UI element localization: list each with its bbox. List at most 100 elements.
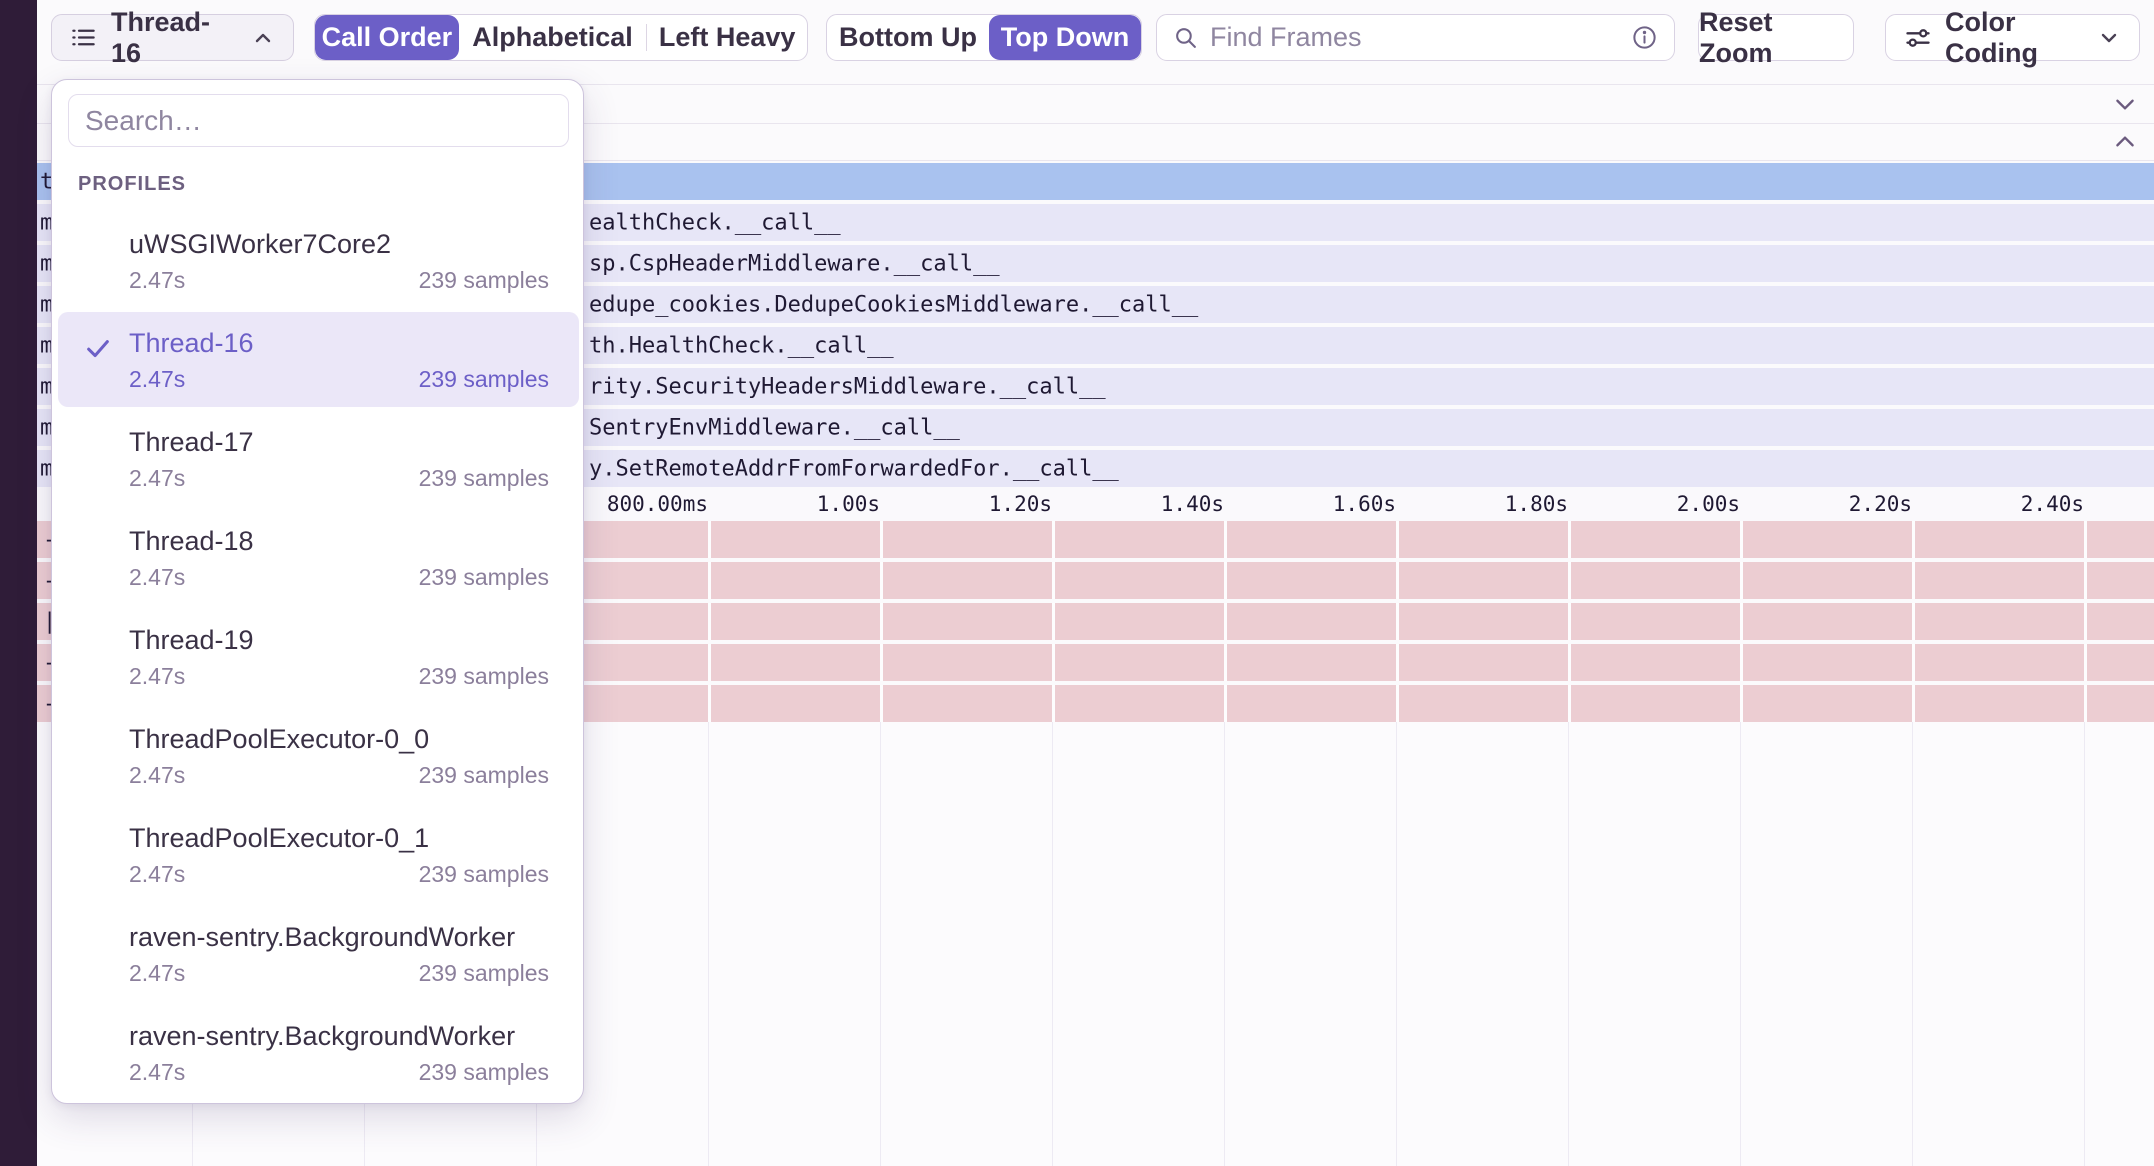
- frame-label: edupe_cookies.DedupeCookiesMiddleware.__…: [589, 292, 1198, 317]
- gridline-gap: [880, 603, 883, 640]
- gridline-gap: [1740, 644, 1743, 681]
- chevron-down-icon[interactable]: [2112, 91, 2138, 117]
- thread-dropdown: PROFILES uWSGIWorker7Core22.47s239 sampl…: [51, 79, 584, 1104]
- gridline-gap: [708, 603, 711, 640]
- gridline-gap: [708, 562, 711, 599]
- gridline-gap: [2084, 644, 2087, 681]
- chevron-up-icon: [251, 26, 275, 50]
- reset-zoom-label: Reset Zoom: [1699, 7, 1853, 69]
- profile-item-raven-sentry-backgroundworker[interactable]: raven-sentry.BackgroundWorker2.47s239 sa…: [52, 904, 585, 1003]
- gridline-gap: [1568, 603, 1571, 640]
- frame-label: SentryEnvMiddleware.__call__: [589, 415, 960, 440]
- profile-item-duration: 2.47s: [129, 366, 185, 393]
- gridline-gap: [1568, 521, 1571, 558]
- gridline-gap: [1396, 562, 1399, 599]
- sort-option-left-heavy[interactable]: Left Heavy: [647, 15, 807, 60]
- gridline-gap: [708, 521, 711, 558]
- profile-item-duration: 2.47s: [129, 1059, 185, 1086]
- gridline-gap: [1396, 521, 1399, 558]
- profile-item-duration: 2.47s: [129, 465, 185, 492]
- direction-option-bottom-up[interactable]: Bottom Up: [827, 15, 989, 60]
- dropdown-search-input[interactable]: [85, 105, 552, 137]
- profile-item-name: Thread-16: [129, 328, 254, 359]
- sort-segmented-control: Call Order Alphabetical Left Heavy: [314, 14, 808, 61]
- time-axis-tick-label: 2.00s: [1677, 492, 1740, 516]
- checkmark-icon: [84, 334, 112, 367]
- thread-selector-button[interactable]: Thread-16: [51, 14, 294, 61]
- profile-item-samples: 239 samples: [419, 861, 549, 888]
- profile-item-raven-sentry-backgroundworker[interactable]: raven-sentry.BackgroundWorker2.47s239 sa…: [52, 1003, 585, 1102]
- time-axis-tick-label: 1.60s: [1333, 492, 1396, 516]
- gridline-gap: [708, 685, 711, 722]
- gridline-gap: [1740, 521, 1743, 558]
- gridline-gap: [2084, 603, 2087, 640]
- profile-item-thread-19[interactable]: Thread-192.47s239 samples: [52, 607, 585, 706]
- profile-item-samples: 239 samples: [419, 762, 549, 789]
- profile-item-duration: 2.47s: [129, 564, 185, 591]
- gridline-gap: [1740, 562, 1743, 599]
- profile-item-name: ThreadPoolExecutor-0_0: [129, 724, 429, 755]
- list-icon: [70, 24, 97, 51]
- sort-option-alphabetical[interactable]: Alphabetical: [459, 15, 647, 60]
- gridline-gap: [1224, 685, 1227, 722]
- search-icon: [1173, 25, 1198, 50]
- time-axis-tick-label: 1.00s: [817, 492, 880, 516]
- gridline-gap: [1224, 521, 1227, 558]
- gridline: [1568, 722, 1569, 1166]
- profile-item-thread-17[interactable]: Thread-172.47s239 samples: [52, 409, 585, 508]
- direction-option-top-down[interactable]: Top Down: [989, 15, 1141, 60]
- find-frames-input[interactable]: [1210, 22, 1619, 53]
- gridline-gap: [1568, 644, 1571, 681]
- time-axis-tick-label: 1.80s: [1505, 492, 1568, 516]
- gridline: [1052, 722, 1053, 1166]
- profile-item-thread-16[interactable]: Thread-16 2.47s 239 samples: [52, 310, 585, 409]
- color-coding-button[interactable]: Color Coding: [1885, 14, 2140, 61]
- info-icon[interactable]: [1631, 24, 1658, 51]
- gridline-gap: [1052, 603, 1055, 640]
- profile-item-samples: 239 samples: [419, 960, 549, 987]
- profile-item-samples: 239 samples: [419, 663, 549, 690]
- gridline: [1224, 722, 1225, 1166]
- profile-item-name: Thread-19: [129, 625, 254, 656]
- gridline-gap: [1052, 562, 1055, 599]
- profile-item-name: raven-sentry.BackgroundWorker: [129, 922, 515, 953]
- gridline: [708, 722, 709, 1166]
- gridline-gap: [880, 562, 883, 599]
- gridline-gap: [2084, 562, 2087, 599]
- gridline-gap: [708, 644, 711, 681]
- thread-selector-label: Thread-16: [111, 7, 237, 69]
- gridline-gap: [880, 685, 883, 722]
- profile-item-samples: 239 samples: [419, 366, 549, 393]
- profile-item-duration: 2.47s: [129, 267, 185, 294]
- time-axis-tick-label: 800.00ms: [607, 492, 708, 516]
- profile-item-threadpoolexecutor-0-1[interactable]: ThreadPoolExecutor-0_12.47s239 samples: [52, 805, 585, 904]
- gridline-gap: [1224, 603, 1227, 640]
- frame-label: rity.SecurityHeadersMiddleware.__call__: [589, 374, 1106, 399]
- app-sidebar[interactable]: [0, 0, 37, 1166]
- chevron-up-icon[interactable]: [2112, 129, 2138, 155]
- gridline-gap: [2084, 521, 2087, 558]
- gridline-gap: [1052, 644, 1055, 681]
- profile-item-samples: 239 samples: [419, 267, 549, 294]
- profiles-section-label: PROFILES: [78, 173, 186, 196]
- find-frames-search: [1156, 14, 1675, 61]
- gridline-gap: [1912, 521, 1915, 558]
- profile-item-threadpoolexecutor-0-0[interactable]: ThreadPoolExecutor-0_02.47s239 samples: [52, 706, 585, 805]
- profile-item-thread-18[interactable]: Thread-182.47s239 samples: [52, 508, 585, 607]
- profile-item-name: Thread-17: [129, 427, 254, 458]
- chevron-down-icon: [2097, 26, 2121, 50]
- gridline-gap: [1912, 685, 1915, 722]
- reset-zoom-button[interactable]: Reset Zoom: [1698, 14, 1854, 61]
- gridline-gap: [1740, 603, 1743, 640]
- frame-label: y.SetRemoteAddrFromForwardedFor.__call__: [589, 456, 1119, 481]
- sort-option-call-order[interactable]: Call Order: [315, 15, 459, 60]
- color-coding-label: Color Coding: [1945, 7, 2084, 69]
- time-axis-tick-label: 2.40s: [2021, 492, 2084, 516]
- frame-label: ealthCheck.__call__: [589, 210, 841, 235]
- gridline-gap: [880, 521, 883, 558]
- gridline-gap: [1912, 644, 1915, 681]
- gridline-gap: [1912, 562, 1915, 599]
- gridline: [1740, 722, 1741, 1166]
- gridline-gap: [1396, 603, 1399, 640]
- profile-item-uwsgiworker7core2[interactable]: uWSGIWorker7Core22.47s239 samples: [52, 211, 585, 310]
